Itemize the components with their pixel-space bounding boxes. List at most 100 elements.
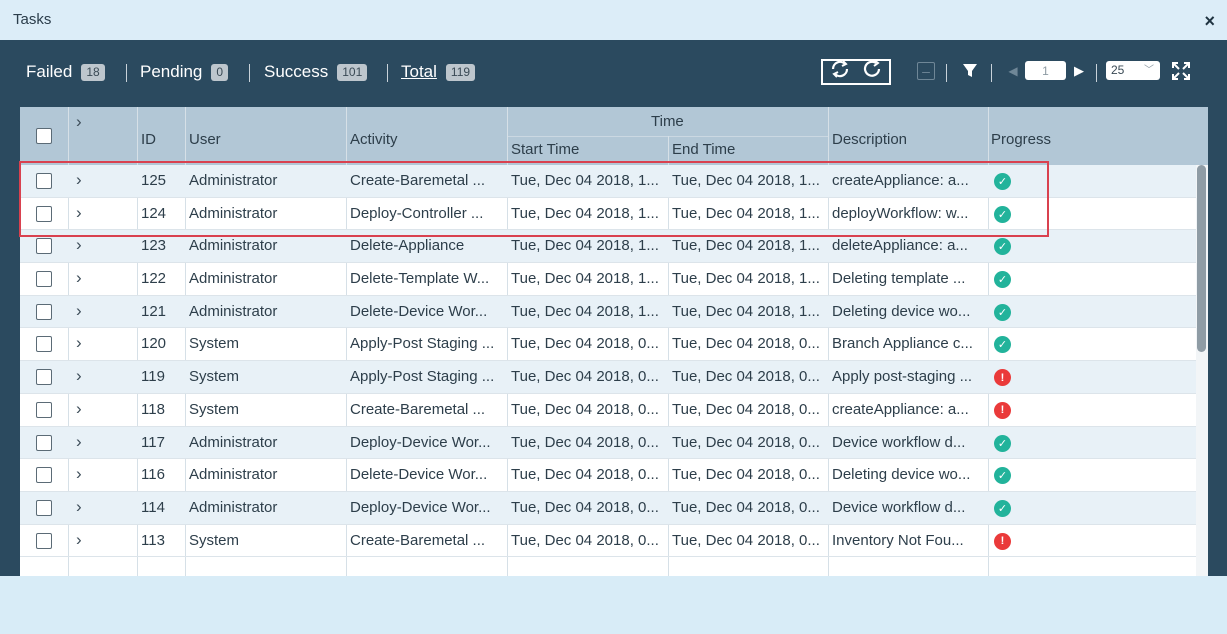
column-header-time: Time [651, 113, 684, 130]
prev-page-icon[interactable]: ◀ [1007, 62, 1019, 80]
column-header-user[interactable]: User [189, 131, 221, 148]
failed-filter[interactable]: Failed 18 [26, 62, 105, 82]
task-start-time: Tue, Dec 04 2018, 0... [511, 400, 659, 418]
collapse-icon[interactable]: – [917, 62, 935, 80]
expand-row-icon[interactable]: › [76, 263, 82, 295]
title-bar: Tasks × [0, 0, 1227, 40]
expand-row-icon[interactable]: › [76, 328, 82, 360]
task-end-time: Tue, Dec 04 2018, 0... [672, 335, 820, 353]
scrollbar-thumb[interactable] [1197, 165, 1206, 352]
row-checkbox[interactable] [36, 499, 52, 516]
expand-all-icon[interactable]: › [76, 107, 82, 137]
table-row[interactable]: › 113 System Create-Baremetal ... Tue, Dec 0… [20, 525, 1196, 558]
task-end-time: Tue, Dec 04 2018, 1... [672, 270, 820, 288]
pending-filter[interactable]: Pending 0 [140, 62, 229, 82]
column-header-id[interactable]: ID [141, 131, 156, 148]
task-end-time: Tue, Dec 04 2018, 1... [672, 302, 820, 320]
success-check-icon: ✓ [994, 336, 1011, 354]
task-user: System [189, 400, 240, 418]
column-header-description[interactable]: Description [832, 131, 907, 148]
task-start-time: Tue, Dec 04 2018, 0... [511, 531, 659, 549]
task-activity: Deploy-Device Wor... [350, 498, 491, 516]
row-checkbox[interactable] [36, 238, 52, 255]
task-activity: Delete-Device Wor... [350, 302, 488, 320]
table-row[interactable]: › 118 System Create-Baremetal ... Tue, Dec 0… [20, 394, 1196, 427]
vertical-scrollbar[interactable] [1196, 165, 1208, 597]
expand-row-icon[interactable]: › [76, 459, 82, 491]
table-row[interactable]: › 121 Administrator Delete-Device Wor... Tue… [20, 295, 1196, 329]
next-page-icon[interactable]: ▶ [1073, 62, 1085, 80]
window-title: Tasks [13, 11, 52, 28]
table-row[interactable]: › 116 Administrator Delete-Device Wor... Tue… [20, 459, 1196, 492]
task-id: 119 [141, 368, 165, 386]
column-header-start-time[interactable]: Start Time [511, 141, 579, 158]
task-activity: Delete-Template W... [350, 270, 490, 288]
table-row[interactable]: › 114 Administrator Deploy-Device Wor... Tue… [20, 491, 1196, 525]
task-user: System [189, 531, 240, 549]
task-end-time: Tue, Dec 04 2018, 0... [672, 433, 820, 451]
row-checkbox[interactable] [36, 336, 52, 353]
column-header-progress[interactable]: Progress [991, 131, 1051, 148]
total-count-badge: 119 [445, 63, 476, 81]
task-description: Deleting device wo... [832, 466, 971, 484]
success-count-badge: 101 [337, 63, 368, 81]
divider [946, 64, 947, 82]
failed-alert-icon: ! [994, 401, 1011, 419]
row-checkbox[interactable] [36, 369, 52, 386]
divider [126, 64, 127, 82]
success-label: Success [264, 62, 329, 81]
expand-row-icon[interactable]: › [76, 296, 82, 328]
task-activity: Create-Baremetal ... [350, 531, 486, 549]
refresh-icon[interactable] [862, 59, 884, 85]
task-end-time: Tue, Dec 04 2018, 0... [672, 531, 820, 549]
total-label: Total [401, 62, 437, 81]
column-header-activity[interactable]: Activity [350, 131, 398, 148]
success-filter[interactable]: Success 101 [264, 62, 368, 82]
divider [387, 64, 388, 82]
success-check-icon: ✓ [994, 467, 1011, 485]
auto-refresh-icon[interactable] [829, 59, 851, 85]
task-activity: Deploy-Device Wor... [350, 433, 491, 451]
total-filter[interactable]: Total 119 [401, 62, 476, 82]
task-start-time: Tue, Dec 04 2018, 1... [511, 302, 659, 320]
table-row[interactable]: › 122 Administrator Delete-Template W... Tue… [20, 263, 1196, 296]
task-id: 122 [141, 270, 167, 288]
expand-row-icon[interactable]: › [76, 492, 82, 524]
column-header-end-time[interactable]: End Time [672, 141, 735, 158]
page-number-input[interactable] [1025, 61, 1066, 80]
row-checkbox[interactable] [36, 401, 52, 418]
fullscreen-icon[interactable] [1171, 61, 1191, 81]
row-checkbox[interactable] [36, 303, 52, 320]
expand-row-icon[interactable]: › [76, 525, 82, 557]
task-id: 114 [141, 498, 165, 516]
divider [991, 64, 992, 82]
table-header: › ID User Activity Time Start Time End T… [20, 107, 1208, 165]
expand-row-icon[interactable]: › [76, 361, 82, 393]
task-end-time: Tue, Dec 04 2018, 0... [672, 400, 820, 418]
table-row[interactable]: › 120 System Apply-Post Staging ... Tue, Dec… [20, 328, 1196, 362]
row-checkbox[interactable] [36, 271, 52, 288]
filter-icon[interactable] [960, 61, 980, 81]
chevron-down-icon: ﹀ [1144, 65, 1154, 76]
select-all-checkbox[interactable] [36, 128, 52, 144]
row-checkbox[interactable] [36, 532, 52, 549]
task-end-time: Tue, Dec 04 2018, 0... [672, 466, 820, 484]
task-description: Deleting device wo... [832, 302, 971, 320]
task-start-time: Tue, Dec 04 2018, 1... [511, 270, 659, 288]
table-row[interactable]: › 117 Administrator Deploy-Device Wor... Tue… [20, 426, 1196, 460]
task-id: 117 [141, 433, 165, 451]
task-start-time: Tue, Dec 04 2018, 0... [511, 368, 659, 386]
page-size-select[interactable]: 25 ﹀ [1106, 61, 1160, 80]
table-row[interactable]: › 119 System Apply-Post Staging ... Tue, Dec… [20, 361, 1196, 394]
success-check-icon: ✓ [994, 434, 1011, 452]
expand-row-icon[interactable]: › [76, 427, 82, 459]
task-start-time: Tue, Dec 04 2018, 0... [511, 466, 659, 484]
row-checkbox[interactable] [36, 434, 52, 451]
task-activity: Create-Baremetal ... [350, 400, 486, 418]
row-checkbox[interactable] [36, 467, 52, 484]
task-user: Administrator [189, 466, 278, 484]
success-check-icon: ✓ [994, 303, 1011, 321]
expand-row-icon[interactable]: › [76, 394, 82, 426]
task-description: Device workflow d... [832, 498, 966, 516]
close-icon[interactable]: × [1204, 12, 1215, 30]
